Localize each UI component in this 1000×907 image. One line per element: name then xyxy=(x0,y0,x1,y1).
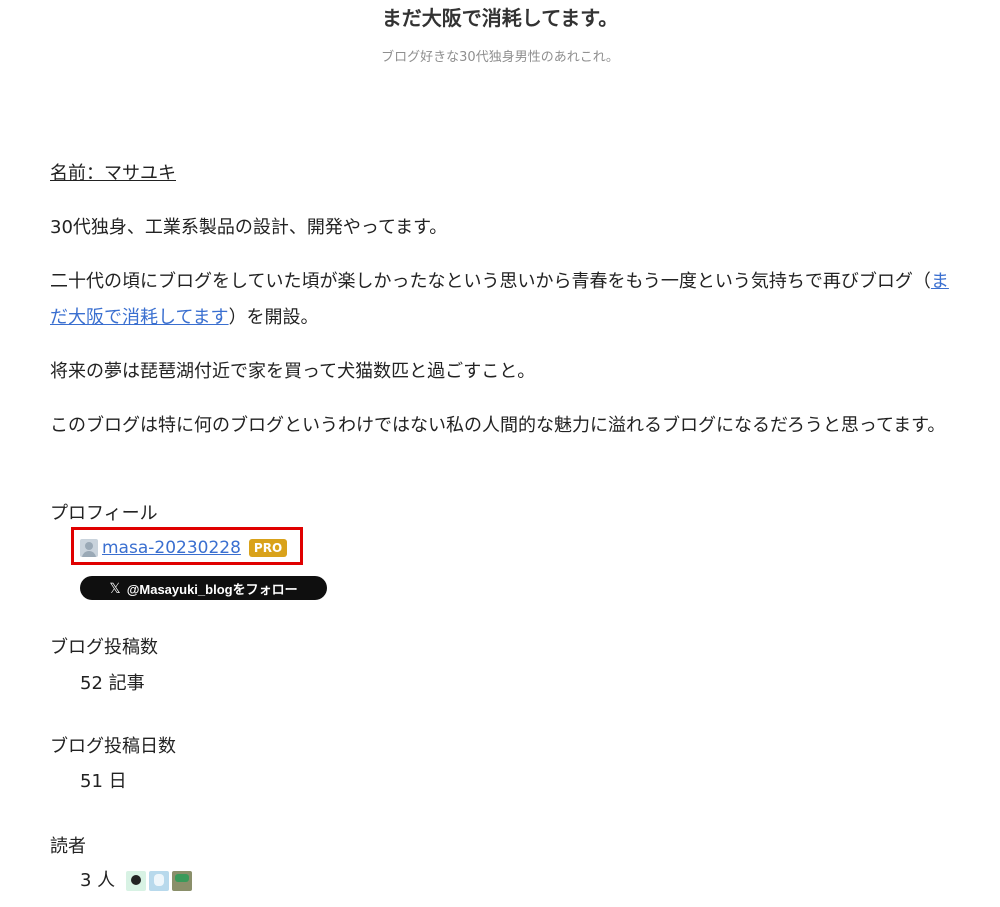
site-tagline: ブログ好きな30代独身男性のあれこれ。 xyxy=(381,50,619,65)
history-paragraph: 二十代の頃にブログをしていた頃が楽しかったなという思いから青春をもう一度という気… xyxy=(50,264,962,336)
reader-avatar-icon[interactable] xyxy=(149,871,170,891)
readers-count: 3 人 xyxy=(80,870,116,891)
author-name: 名前：マサユキ xyxy=(50,163,176,184)
about-section: 名前：マサユキ 30代独身、工業系製品の設計、開発やってます。 二十代の頃にブロ… xyxy=(50,156,962,444)
posts-count: 52 記事 xyxy=(80,673,145,694)
readers-row: 3 人 xyxy=(80,870,193,892)
history-text-start: 二十代の頃にブログをしていた頃が楽しかったなという思いから青春をもう一度という気… xyxy=(50,271,931,292)
posts-heading: ブログ投稿数 xyxy=(50,637,158,658)
reader-avatar-icon[interactable] xyxy=(172,871,193,891)
username-link[interactable]: masa-20230228 xyxy=(102,537,241,559)
reader-avatar-icon[interactable] xyxy=(126,871,147,891)
follow-label: @Masayuki_blogをフォロー xyxy=(126,581,298,597)
profile-user[interactable]: masa-20230228 PRO xyxy=(80,537,288,559)
site-title[interactable]: まだ大阪で消耗してます。 xyxy=(0,4,1000,32)
intro-paragraph: 30代独身、工業系製品の設計、開発やってます。 xyxy=(50,217,448,238)
post-days-heading: ブログ投稿日数 xyxy=(50,736,176,757)
pro-badge: PRO xyxy=(248,539,288,557)
post-days-count: 51 日 xyxy=(80,771,127,792)
dream-paragraph: 将来の夢は琵琶湖付近で家を買って犬猫数匹と過ごすこと。 xyxy=(50,361,536,382)
history-text-end: ）を開設。 xyxy=(228,307,319,328)
user-avatar-icon[interactable] xyxy=(80,539,98,557)
readers-heading: 読者 xyxy=(50,836,86,857)
x-follow-button[interactable]: 𝕏 @Masayuki_blogをフォロー xyxy=(80,576,327,600)
blog-purpose-paragraph: このブログは特に何のブログというわけではない私の人間的な魅力に溢れるブログになる… xyxy=(50,415,946,436)
profile-heading: プロフィール xyxy=(50,503,158,524)
x-logo-icon: 𝕏 xyxy=(109,579,121,596)
reader-avatars xyxy=(123,871,193,891)
